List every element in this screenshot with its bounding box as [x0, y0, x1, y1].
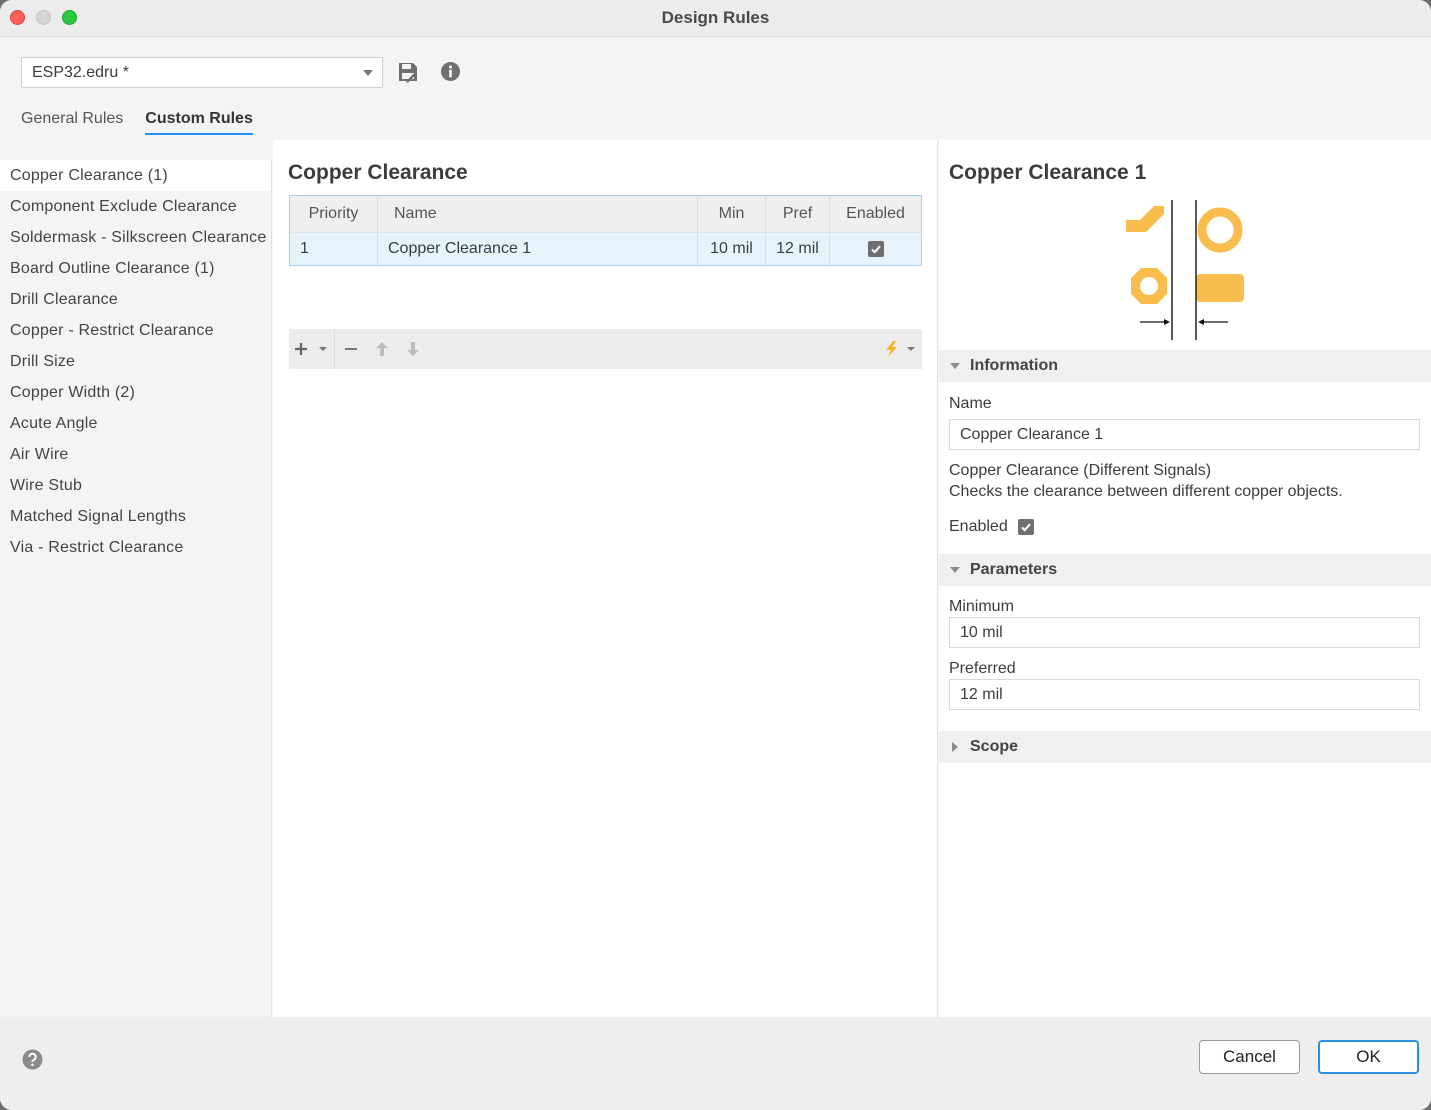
minus-icon: [344, 348, 357, 350]
rule-category-list: Copper Clearance (1) Component Exclude C…: [0, 160, 272, 1017]
column-header-min[interactable]: Min: [698, 196, 766, 232]
rule-toolbar: [289, 329, 922, 369]
rule-item-copper-width[interactable]: Copper Width (2): [0, 377, 271, 408]
tab-general-rules[interactable]: General Rules: [21, 110, 123, 135]
rule-description-text: Checks the clearance between different c…: [949, 483, 1343, 500]
information-section-header[interactable]: Information: [939, 350, 1431, 382]
minimum-label: Minimum: [949, 598, 1014, 615]
scope-header-label: Scope: [970, 738, 1019, 755]
details-title: Copper Clearance 1: [949, 161, 1147, 184]
rules-file-value: ESP32.edru *: [32, 64, 129, 81]
dialog-footer: Cancel OK: [0, 1017, 1431, 1110]
window-title: Design Rules: [661, 8, 770, 27]
minimum-input[interactable]: 10 mil: [949, 617, 1420, 648]
checkmark-icon: [870, 245, 881, 254]
rule-name-input[interactable]: Copper Clearance 1: [949, 419, 1420, 450]
row-name: Copper Clearance 1: [378, 233, 698, 265]
info-icon[interactable]: [440, 61, 462, 83]
rule-details-panel: Copper Clearance 1 Information Name Copp…: [939, 140, 1431, 1017]
rule-item-component-exclude-clearance[interactable]: Component Exclude Clearance: [0, 191, 271, 222]
add-rule-button[interactable]: [289, 329, 334, 369]
close-window-button[interactable]: [10, 10, 25, 25]
rule-item-soldermask-silkscreen-clearance[interactable]: Soldermask - Silkscreen Clearance: [0, 222, 271, 253]
rule-item-copper-restrict-clearance[interactable]: Copper - Restrict Clearance: [0, 315, 271, 346]
column-header-pref[interactable]: Pref: [766, 196, 830, 232]
minimize-window-button[interactable]: [36, 10, 51, 25]
row-priority: 1: [290, 233, 378, 265]
rule-item-copper-clearance[interactable]: Copper Clearance (1): [0, 160, 271, 191]
rule-item-board-outline-clearance[interactable]: Board Outline Clearance (1): [0, 253, 271, 284]
parameters-header-label: Parameters: [970, 561, 1058, 578]
enabled-checkbox[interactable]: [1017, 519, 1034, 535]
chevron-down-icon: [363, 70, 373, 76]
chevron-down-icon: [939, 362, 970, 370]
name-label: Name: [949, 395, 992, 412]
tab-custom-rules[interactable]: Custom Rules: [145, 110, 253, 135]
rule-list-panel: Copper Clearance Priority Name Min Pref …: [273, 140, 938, 1017]
window-controls: [10, 10, 77, 25]
column-header-name[interactable]: Name: [378, 196, 698, 232]
rule-item-matched-signal-lengths[interactable]: Matched Signal Lengths: [0, 501, 271, 532]
row-enabled-checkbox[interactable]: [867, 241, 884, 257]
move-down-button[interactable]: [397, 329, 428, 369]
scope-section-header[interactable]: Scope: [939, 731, 1431, 763]
rule-type-text: Copper Clearance (Different Signals): [949, 462, 1212, 479]
information-header-label: Information: [970, 357, 1058, 374]
table-header: Priority Name Min Pref Enabled: [290, 196, 921, 233]
row-enabled-cell: [830, 233, 921, 265]
table-row[interactable]: 1 Copper Clearance 1 10 mil 12 mil: [290, 233, 921, 265]
parameters-section-header[interactable]: Parameters: [939, 554, 1431, 586]
clearance-diagram-icon: [1126, 200, 1244, 340]
rules-file-select[interactable]: ESP32.edru *: [21, 57, 383, 88]
rules-table: Priority Name Min Pref Enabled 1 Copper …: [289, 195, 922, 266]
lightning-icon: [886, 341, 915, 357]
row-pref: 12 mil: [766, 233, 830, 265]
enabled-label: Enabled: [949, 518, 1008, 535]
rule-item-acute-angle[interactable]: Acute Angle: [0, 408, 271, 439]
remove-rule-button[interactable]: [335, 329, 366, 369]
save-floppy-icon[interactable]: [397, 61, 419, 83]
run-check-button[interactable]: [880, 329, 922, 369]
cancel-button[interactable]: Cancel: [1199, 1040, 1300, 1074]
preferred-label: Preferred: [949, 660, 1016, 677]
rule-item-air-wire[interactable]: Air Wire: [0, 439, 271, 470]
ok-button[interactable]: OK: [1318, 1040, 1419, 1074]
chevron-down-icon: [939, 566, 970, 574]
column-header-enabled[interactable]: Enabled: [830, 196, 921, 232]
rules-tabs: General Rules Custom Rules: [21, 110, 253, 135]
chevron-right-icon: [939, 742, 970, 752]
maximize-window-button[interactable]: [62, 10, 77, 25]
move-up-button[interactable]: [366, 329, 397, 369]
arrow-down-icon: [406, 342, 419, 356]
column-header-priority[interactable]: Priority: [290, 196, 378, 232]
help-icon[interactable]: [22, 1049, 43, 1070]
rule-item-drill-size[interactable]: Drill Size: [0, 346, 271, 377]
preferred-input[interactable]: 12 mil: [949, 679, 1420, 710]
title-bar: Design Rules: [0, 0, 1431, 37]
design-rules-window: Design Rules ESP32.edru * General Rules …: [0, 0, 1431, 1110]
rule-item-via-restrict-clearance[interactable]: Via - Restrict Clearance: [0, 532, 271, 563]
arrow-up-icon: [375, 342, 388, 356]
panel-title: Copper Clearance: [288, 161, 468, 184]
row-min: 10 mil: [698, 233, 766, 265]
checkmark-icon: [1021, 523, 1031, 532]
enabled-row: Enabled: [949, 518, 1034, 536]
rule-item-drill-clearance[interactable]: Drill Clearance: [0, 284, 271, 315]
rule-item-wire-stub[interactable]: Wire Stub: [0, 470, 271, 501]
